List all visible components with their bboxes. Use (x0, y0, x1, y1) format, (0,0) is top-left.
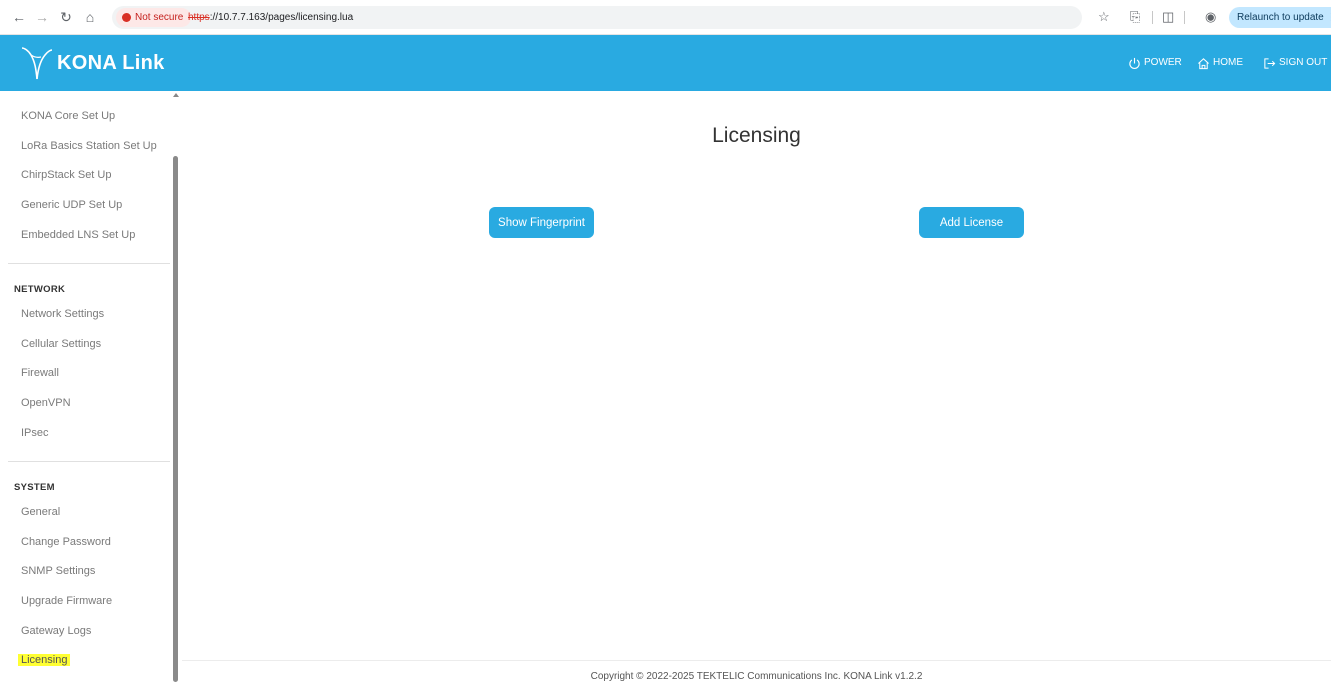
footer-divider (182, 660, 1331, 661)
side-panel-icon[interactable]: ◫ (1162, 8, 1174, 26)
sidebar-item-general[interactable]: General (21, 505, 60, 519)
home-icon[interactable]: ⌂ (81, 8, 99, 26)
sidebar-heading-network: NETWORK (14, 284, 66, 295)
power-label: POWER (1144, 57, 1182, 68)
sidebar-item-snmp-settings[interactable]: SNMP Settings (21, 564, 95, 578)
sidebar-item-licensing[interactable]: Licensing (18, 653, 71, 667)
sidebar-item-kona-core-set-up[interactable]: KONA Core Set Up (21, 109, 115, 123)
url-scheme: https (188, 12, 210, 23)
warning-icon (122, 13, 131, 22)
sign-out-label: SIGN OUT (1279, 57, 1328, 68)
url-text[interactable]: https://10.7.7.163/pages/licensing.lua (188, 10, 353, 25)
sidebar-item-change-password[interactable]: Change Password (21, 535, 111, 549)
sidebar-item-firewall[interactable]: Firewall (21, 366, 59, 380)
bookmark-star-icon[interactable]: ☆ (1098, 8, 1110, 26)
brand-name: KONA Link (57, 52, 165, 74)
power-button[interactable]: POWER (1128, 56, 1182, 70)
footer-copyright: Copyright © 2022-2025 TEKTELIC Communica… (590, 671, 923, 682)
sidebar: KONA Core Set Up LoRa Basics Station Set… (0, 91, 182, 685)
sidebar-item-generic-udp-set-up[interactable]: Generic UDP Set Up (21, 198, 122, 212)
home-icon (1198, 57, 1209, 69)
not-secure-label: Not secure (135, 12, 184, 23)
sidebar-item-network-settings[interactable]: Network Settings (21, 307, 104, 321)
toolbar-separator (1184, 11, 1185, 24)
relaunch-label: Relaunch to update (1237, 12, 1324, 23)
home-label: HOME (1213, 57, 1243, 68)
not-secure-chip[interactable]: Not secure (116, 8, 192, 27)
sidebar-item-openvpn[interactable]: OpenVPN (21, 396, 71, 410)
sidebar-item-upgrade-firmware[interactable]: Upgrade Firmware (21, 594, 112, 608)
scroll-up-arrow-icon[interactable] (173, 93, 179, 97)
relaunch-button[interactable]: Relaunch to update ⋮ (1229, 7, 1331, 28)
sidebar-item-ipsec[interactable]: IPsec (21, 426, 49, 440)
sidebar-heading-system: SYSTEM (14, 482, 55, 493)
show-fingerprint-button[interactable]: Show Fingerprint (489, 207, 594, 238)
home-button[interactable]: HOME (1197, 56, 1243, 70)
forward-icon[interactable]: → (33, 8, 51, 26)
sidebar-divider (8, 461, 170, 462)
browser-toolbar: ← → ↻ ⌂ Not secure https://10.7.7.163/pa… (0, 0, 1331, 35)
sign-out-button[interactable]: SIGN OUT (1263, 56, 1327, 70)
toolbar-separator (1152, 11, 1153, 24)
address-bar[interactable]: Not secure https://10.7.7.163/pages/lice… (112, 6, 1082, 29)
reload-icon[interactable]: ↻ (57, 8, 75, 26)
sidebar-divider (8, 263, 170, 264)
sidebar-item-chirpstack-set-up[interactable]: ChirpStack Set Up (21, 168, 111, 182)
sidebar-scrollbar-thumb[interactable] (173, 156, 178, 682)
back-icon[interactable]: ← (10, 8, 28, 26)
menu-dots-icon: ⋮ (1327, 12, 1331, 23)
url-path: ://10.7.7.163/pages/licensing.lua (209, 12, 354, 23)
sidebar-item-lora-basics-station-set-up[interactable]: LoRa Basics Station Set Up (21, 139, 157, 153)
sign-out-icon (1264, 57, 1276, 69)
extensions-icon[interactable]: ⎘ (1130, 8, 1140, 26)
add-license-button[interactable]: Add License (919, 207, 1024, 238)
sidebar-item-cellular-settings[interactable]: Cellular Settings (21, 337, 101, 351)
kona-logo-icon (21, 47, 53, 80)
sidebar-item-gateway-logs[interactable]: Gateway Logs (21, 624, 91, 638)
app-header: KONA Link POWER HOME SIGN OUT (0, 35, 1331, 91)
profile-icon[interactable]: ◉ (1205, 8, 1216, 26)
page-title: Licensing (712, 124, 801, 147)
sidebar-item-embedded-lns-set-up[interactable]: Embedded LNS Set Up (21, 228, 135, 242)
active-item-label: Licensing (18, 654, 71, 666)
power-icon (1129, 57, 1140, 69)
